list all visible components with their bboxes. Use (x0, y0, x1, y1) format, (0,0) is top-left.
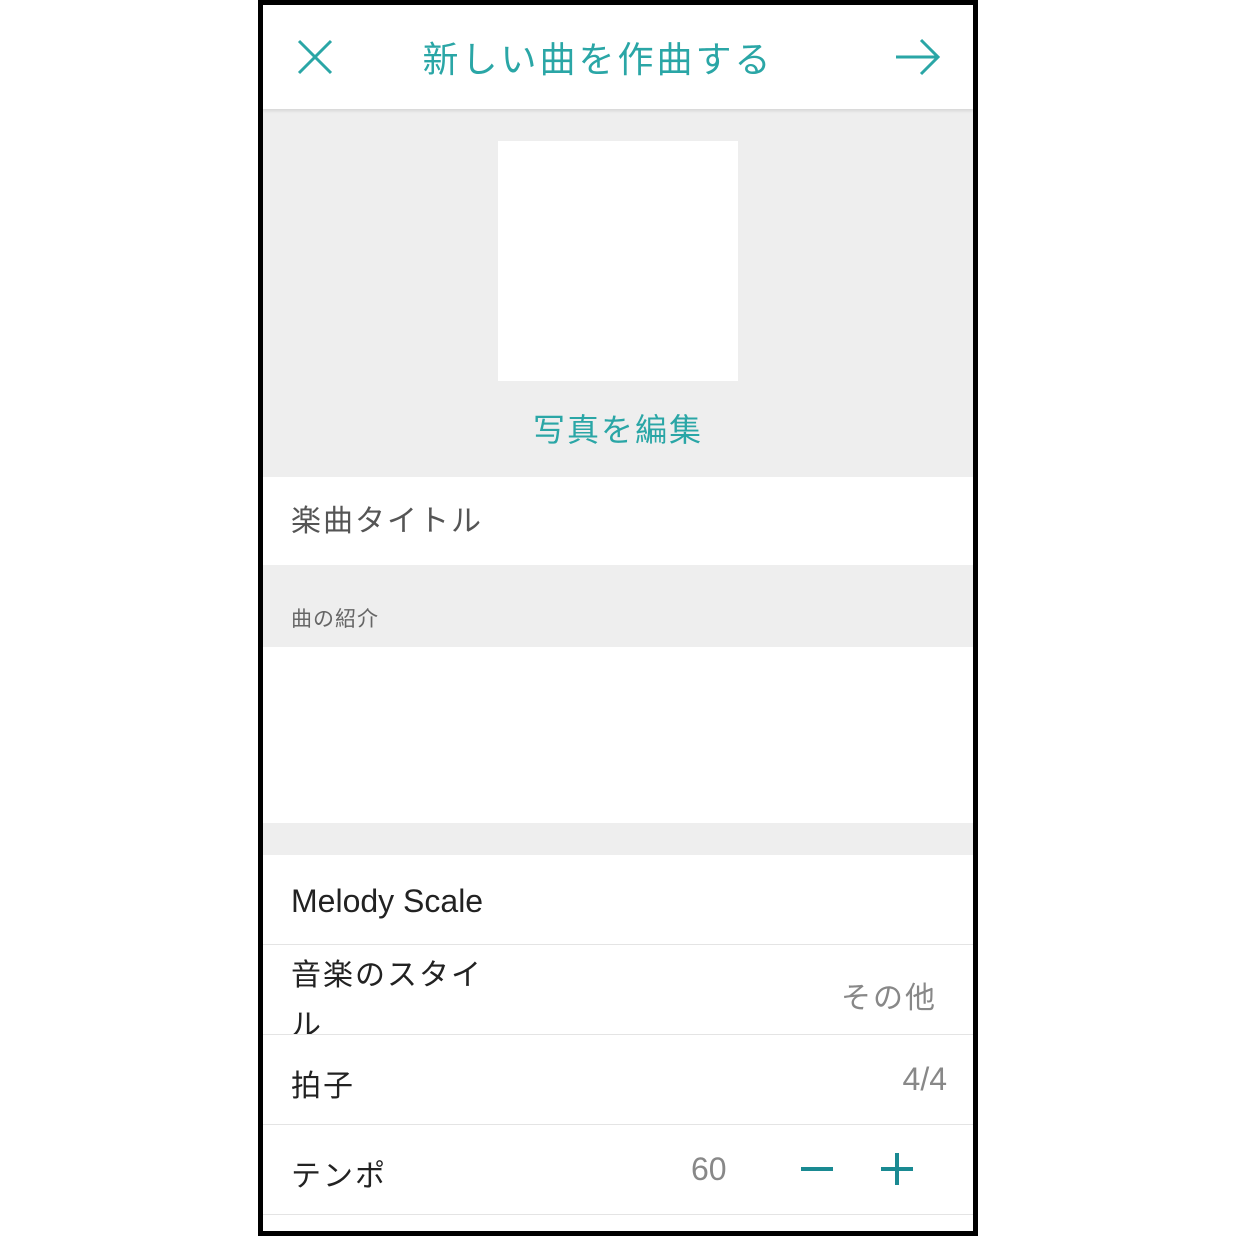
page-title: 新しい曲を作曲する (422, 40, 774, 81)
section-divider (263, 823, 973, 855)
description-textarea[interactable] (291, 661, 941, 811)
app-header: 新しい曲を作曲する (263, 5, 973, 109)
melody-scale-label: Melody Scale (291, 883, 484, 919)
cover-photo[interactable] (498, 141, 738, 381)
edit-photo-link[interactable]: 写真を編集 (263, 405, 973, 451)
next-button[interactable] (893, 35, 943, 79)
app-screen: 新しい曲を作曲する 写真を編集 曲の紹介 Melody Scale (263, 5, 973, 1231)
description-header: 曲の紹介 (263, 565, 973, 647)
photo-section: 写真を編集 (263, 109, 973, 477)
tempo-label: テンポ (291, 1159, 387, 1194)
music-style-row[interactable]: 音楽のスタイル その他 (263, 945, 973, 1035)
app-frame: 新しい曲を作曲する 写真を編集 曲の紹介 Melody Scale (258, 0, 978, 1236)
tempo-row: テンポ 60 (263, 1125, 973, 1215)
song-title-input[interactable] (291, 477, 931, 565)
arrow-right-icon (896, 38, 941, 76)
music-style-value: その他 (841, 981, 937, 1016)
time-signature-row[interactable]: 拍子 4/4 (263, 1035, 973, 1125)
minus-icon (801, 1167, 833, 1171)
tempo-decrease-button[interactable] (795, 1147, 839, 1191)
tempo-value: 60 (691, 1151, 727, 1187)
tempo-increase-button[interactable] (875, 1147, 919, 1191)
time-signature-label: 拍子 (291, 1069, 355, 1104)
settings-list: Melody Scale 音楽のスタイル その他 拍子 4/4 テンポ 60 (263, 855, 973, 1215)
description-area (263, 647, 973, 823)
melody-scale-row[interactable]: Melody Scale (263, 855, 973, 945)
song-title-row (263, 477, 973, 565)
music-style-label: 音楽のスタイル (291, 958, 483, 1035)
time-signature-value: 4/4 (902, 1061, 947, 1097)
plus-icon (881, 1153, 913, 1185)
description-label: 曲の紹介 (291, 607, 379, 631)
